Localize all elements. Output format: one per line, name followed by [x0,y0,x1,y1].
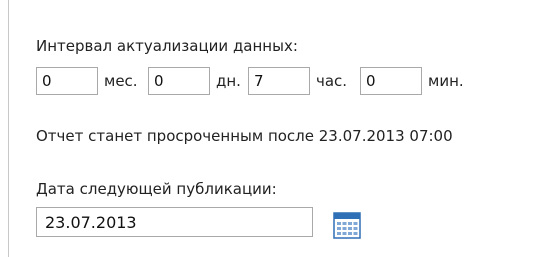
section-divider [8,0,9,257]
hours-unit-label: час. [316,72,348,90]
months-input[interactable] [36,67,98,95]
minutes-unit-label: мин. [428,72,464,90]
interval-label: Интервал актуализации данных: [36,37,298,55]
overdue-status-text: Отчет станет просроченным после 23.07.20… [36,127,453,145]
minutes-input[interactable] [360,67,422,95]
hours-input[interactable] [248,67,310,95]
days-unit-label: дн. [216,72,241,90]
publication-date-input[interactable] [36,207,313,237]
calendar-icon[interactable] [333,212,361,239]
publication-date-label: Дата следующей публикации: [36,180,277,198]
months-unit-label: мес. [104,72,138,90]
days-input[interactable] [148,67,210,95]
